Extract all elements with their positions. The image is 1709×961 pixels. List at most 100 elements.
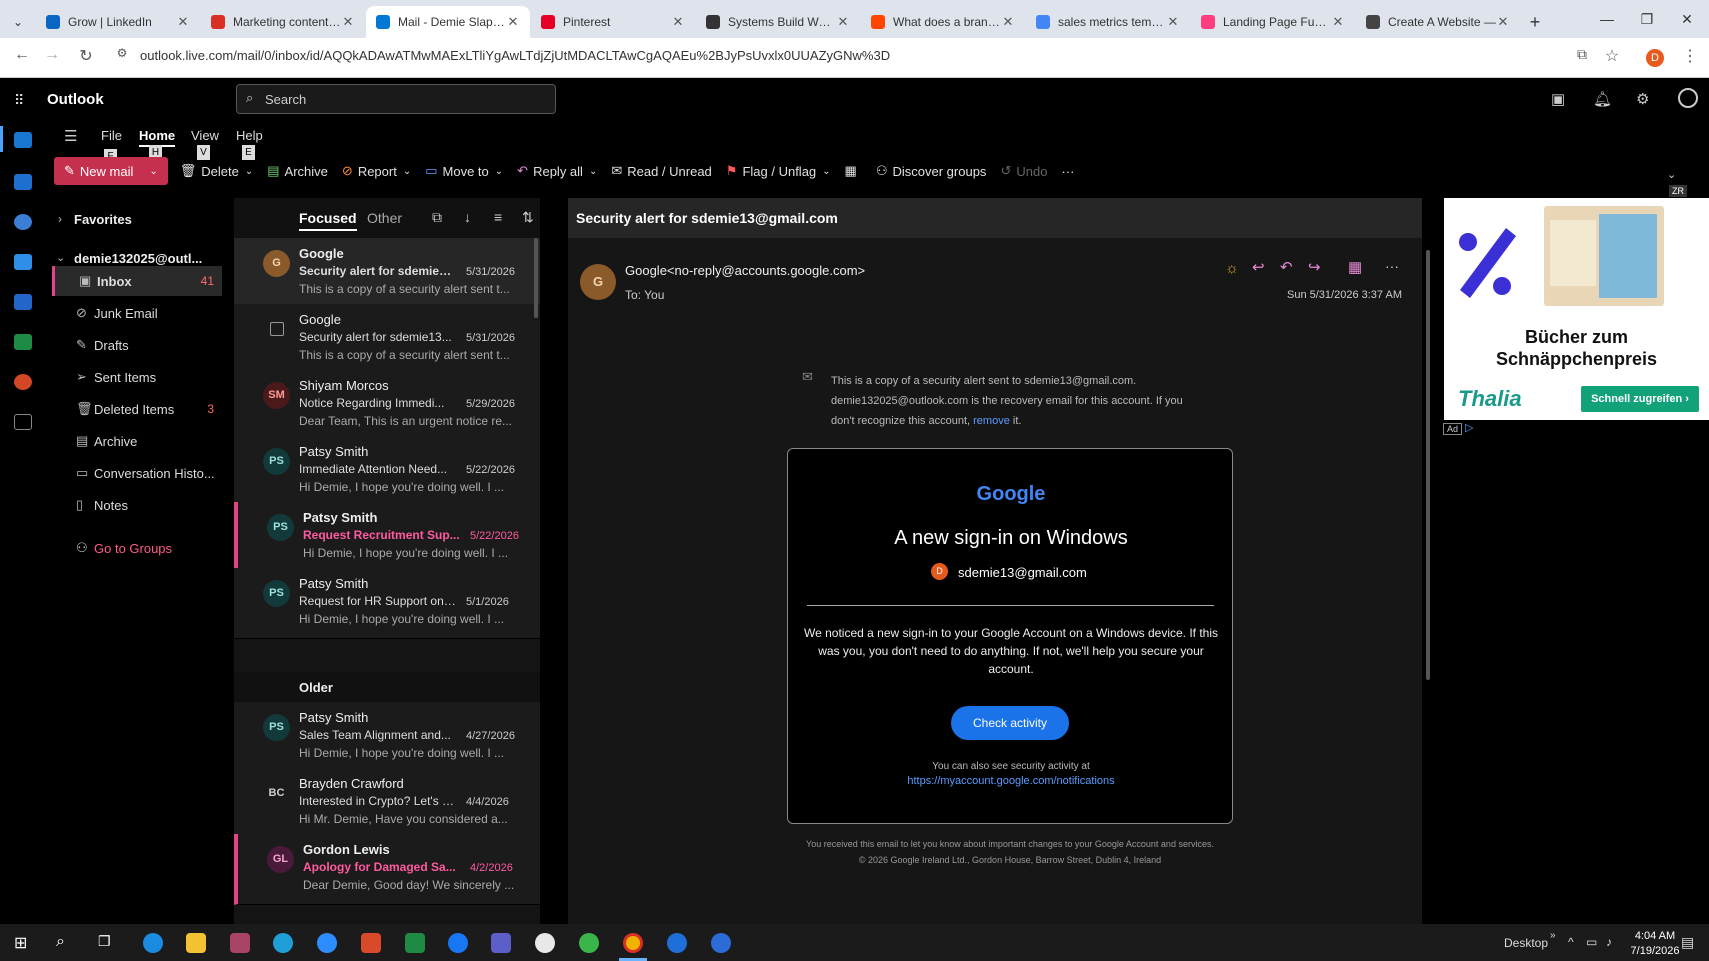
read-unread-button[interactable]: ✉ Read / Unread [611,163,711,179]
list-scrollbar[interactable] [534,238,538,318]
desktop-label[interactable]: Desktop [1504,936,1548,950]
chevron-down-icon[interactable]: ⌄ [245,166,253,177]
office-icon[interactable] [361,933,381,953]
todo-icon[interactable] [14,254,32,270]
folder-junk[interactable]: ⊘ Junk Email [52,298,222,328]
remove-link[interactable]: remove [973,415,1010,427]
folder-archive[interactable]: ▤ Archive [52,426,222,456]
ad-cta-button[interactable]: Schnell zugreifen › [1581,386,1699,412]
calendar-icon[interactable] [14,174,32,190]
site-info-icon[interactable]: ⚙ [110,46,134,60]
notification-center-icon[interactable]: ▤ [1681,934,1694,951]
tab-search-icon[interactable]: ⌄ [0,6,36,38]
chevron-down-icon[interactable]: ⌄ [589,166,597,177]
tab-focused[interactable]: Focused [299,210,357,231]
close-tab-icon[interactable]: ✕ [671,14,685,30]
browser-tab[interactable]: Grow | LinkedIn ✕ [36,6,200,38]
close-tab-icon[interactable]: ✕ [1001,14,1015,30]
slack-icon[interactable] [535,933,555,953]
close-window-icon[interactable]: ✕ [1669,6,1705,32]
chevron-down-icon[interactable]: ⌄ [495,166,503,177]
flag-button[interactable]: ⚑ Flag / Unflag ⌄ [726,163,831,179]
select-checkbox[interactable] [270,322,284,336]
browser-tab[interactable]: Landing Page Funnel ✕ [1191,6,1355,38]
app-icon[interactable] [711,933,731,953]
message-item[interactable]: GL Gordon Lewis Apology for Damaged Sa... 4… [234,834,540,905]
more-options-icon[interactable]: ··· [1061,164,1074,179]
minimize-icon[interactable]: — [1589,6,1625,32]
undo-button[interactable]: ↺ Undo [1000,163,1047,179]
profile-avatar[interactable]: D [1646,49,1664,67]
message-item[interactable]: BC Brayden Crawford Interested in Crypto? … [234,768,540,839]
new-tab-button[interactable]: + [1521,6,1549,38]
back-icon[interactable]: ← [10,46,34,64]
more-apps-icon[interactable] [14,414,32,430]
close-tab-icon[interactable]: ✕ [836,14,850,30]
excel-icon[interactable] [405,933,425,953]
clock[interactable]: 4:04 AM 7/19/2026 [1625,929,1685,959]
start-icon[interactable]: ⊞ [14,933,27,953]
menu-help[interactable]: Help [236,128,263,143]
task-view-icon[interactable]: ❐ [98,933,111,950]
forward-icon[interactable]: → [40,46,64,64]
sender-avatar[interactable]: G [263,250,290,277]
sender-avatar[interactable]: PS [263,448,290,475]
tab-other[interactable]: Other [367,210,402,226]
folder-sent[interactable]: ➢ Sent Items [52,362,222,392]
discover-groups-button[interactable]: ⚇ Discover groups [876,163,987,179]
sun-icon[interactable]: ☼ [1225,260,1239,277]
report-button[interactable]: ⊘ Report ⌄ [342,163,411,179]
chrome-icon[interactable] [623,933,643,953]
message-item[interactable]: PS Patsy Smith Sales Team Alignment and...… [234,702,540,773]
new-mail-button[interactable]: ✎ New mail ⌄ [54,157,168,185]
reading-scrollbar[interactable] [1426,250,1430,680]
message-item[interactable]: Google Security alert for sdemie13... 5/31… [234,304,540,375]
archive-button[interactable]: ▤ Archive [267,163,328,179]
excel-icon[interactable] [14,334,32,350]
delete-button[interactable]: 🗑︎ Delete ⌄ [180,163,253,179]
folder-drafts[interactable]: ✎ Drafts [52,330,222,360]
jump-to-icon[interactable]: ↓ [464,209,471,225]
restore-icon[interactable]: ❐ [1629,6,1665,32]
tray-chevron-icon[interactable]: ^ [1568,935,1574,949]
more-actions-icon[interactable]: ··· [1385,258,1399,274]
reply-all-button[interactable]: ↶ Reply all ⌄ [517,163,597,179]
reload-icon[interactable]: ↻ [74,46,98,66]
file-explorer-icon[interactable] [186,933,206,953]
browser-tab[interactable]: Pinterest ✕ [531,6,695,38]
hamburger-icon[interactable]: ☰ [64,127,77,145]
adchoices-icon[interactable]: ▷ [1465,421,1473,434]
move-to-button[interactable]: ▭ Move to ⌄ [425,163,503,179]
browser-tab[interactable]: What does a brand st ✕ [861,6,1025,38]
mail-icon[interactable] [14,132,32,148]
sender-avatar[interactable]: PS [267,514,294,541]
sender-avatar[interactable]: PS [263,714,290,741]
teams-icon[interactable] [491,933,511,953]
bookmark-star-icon[interactable]: ☆ [1600,46,1624,66]
chevron-down-icon[interactable]: ⌄ [822,166,830,177]
account-icon[interactable] [1678,88,1698,108]
ribbon-collapse-icon[interactable]: ⌄ [1667,168,1676,181]
people-icon[interactable] [14,214,32,230]
edge-icon[interactable] [273,933,293,953]
message-item[interactable]: PS Patsy Smith Request Recruitment Sup... 5… [234,502,540,573]
message-item[interactable]: PS Patsy Smith Immediate Attention Need...… [234,436,540,507]
ad-banner[interactable]: ZR Bücher zum Schnäppchenpreis Thalia Sc… [1444,185,1709,420]
message-item[interactable]: G Google Security alert for sdemie13... 5/3… [234,238,540,309]
sender-avatar[interactable]: GL [267,846,294,873]
go-to-groups-link[interactable]: ⚇ Go to Groups [52,533,222,563]
settings-gear-icon[interactable]: ⚙ [1636,90,1649,108]
close-tab-icon[interactable]: ✕ [506,14,520,30]
check-activity-button[interactable]: Check activity [951,706,1069,740]
close-tab-icon[interactable]: ✕ [176,14,190,30]
browser-tab[interactable]: sales metrics templat ✕ [1026,6,1190,38]
sender-avatar[interactable]: G [580,264,616,300]
reply-icon[interactable]: ↩ [1252,258,1265,276]
reply-all-icon[interactable]: ↶ [1280,258,1293,276]
close-tab-icon[interactable]: ✕ [341,14,355,30]
chevron-right-icon[interactable]: › [58,212,62,226]
browser-tab[interactable]: Create A Website — ✕ [1356,6,1520,38]
browser-tab[interactable]: Marketing content ap ✕ [201,6,365,38]
folder-notes[interactable]: ▯ Notes [52,490,222,520]
chat-icon[interactable] [579,933,599,953]
